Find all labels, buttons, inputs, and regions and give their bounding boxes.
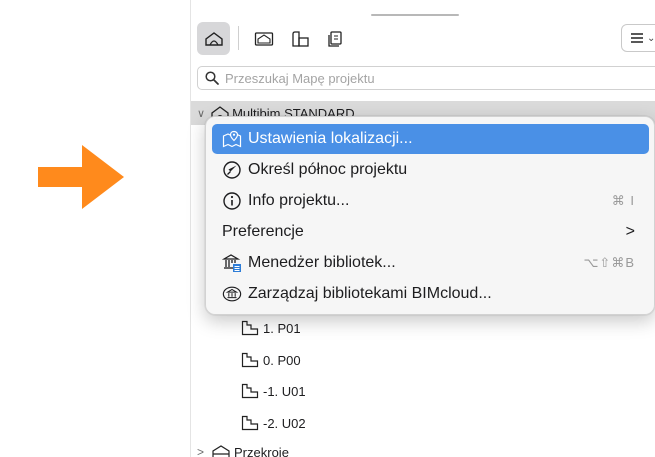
menu-item-shortcut: ⌘ I [611,193,635,208]
tree-item-story[interactable]: -1. U01 [241,379,306,403]
panel-options-button[interactable]: ⌄ [621,24,655,52]
search-icon [205,71,219,85]
compass-icon [222,160,242,180]
menu-item-label: Zarządzaj bibliotekami BIMcloud... [248,285,492,302]
tree-item-story[interactable]: 0. P00 [241,348,301,372]
tree-item-sections[interactable]: > Przekroje [191,441,289,457]
map-location-icon [222,129,242,149]
menu-item-label: Info projektu... [248,192,350,209]
menu-item-location-settings[interactable]: Ustawienia lokalizacji... [212,124,649,154]
search-input[interactable] [225,70,625,86]
story-label: 1. P01 [263,320,301,336]
publisher-sets-icon [328,31,342,47]
menu-item-project-north[interactable]: Określ północ projektu [212,155,649,185]
tree-item-story[interactable]: -2. U02 [241,411,306,435]
story-icon [241,383,259,399]
story-icon [241,320,259,336]
menu-item-label: Preferencje [222,223,304,240]
panel-grabber[interactable] [371,14,459,16]
story-icon [241,352,259,368]
info-icon [222,191,242,211]
view-map-button[interactable] [251,26,277,52]
submenu-chevron-icon: > [625,223,635,240]
menu-item-project-info[interactable]: Info projektu... ⌘ I [212,186,649,216]
pointer-arrow-icon [38,145,124,209]
chevron-down-icon: ⌄ [647,32,655,44]
menu-item-label: Określ północ projektu [248,161,408,178]
menu-item-shortcut: ⌥⇧⌘B [583,255,635,270]
project-map-button[interactable] [197,22,230,55]
library-manager-icon [222,253,242,273]
story-label: -2. U02 [263,415,306,431]
story-label: 0. P00 [263,352,301,368]
story-icon [241,415,259,431]
menu-item-label: Ustawienia lokalizacji... [248,130,413,147]
chevron-down-icon[interactable]: ∨ [197,107,205,120]
context-menu: Ustawienia lokalizacji... Określ północ … [205,116,655,315]
chevron-right-icon[interactable]: > [197,445,204,457]
house-icon [204,31,223,46]
toolbar-divider [238,26,239,50]
tree-item-story[interactable]: 1. P01 [241,316,301,340]
menu-item-preferences[interactable]: Preferencje > [212,217,649,247]
layout-book-button[interactable] [287,26,313,52]
layout-book-icon [292,31,309,47]
story-label: -1. U01 [263,383,306,399]
publisher-sets-button[interactable] [323,26,349,52]
sections-label: Przekroje [234,444,289,457]
section-icon [212,445,230,457]
bimcloud-library-icon [222,284,242,304]
view-map-icon [254,32,274,46]
project-map-search [197,66,655,90]
menu-item-library-manager[interactable]: Menedżer bibliotek... ⌥⇧⌘B [212,248,649,278]
list-icon [631,33,643,43]
menu-item-bimcloud-libraries[interactable]: Zarządzaj bibliotekami BIMcloud... [212,279,649,309]
